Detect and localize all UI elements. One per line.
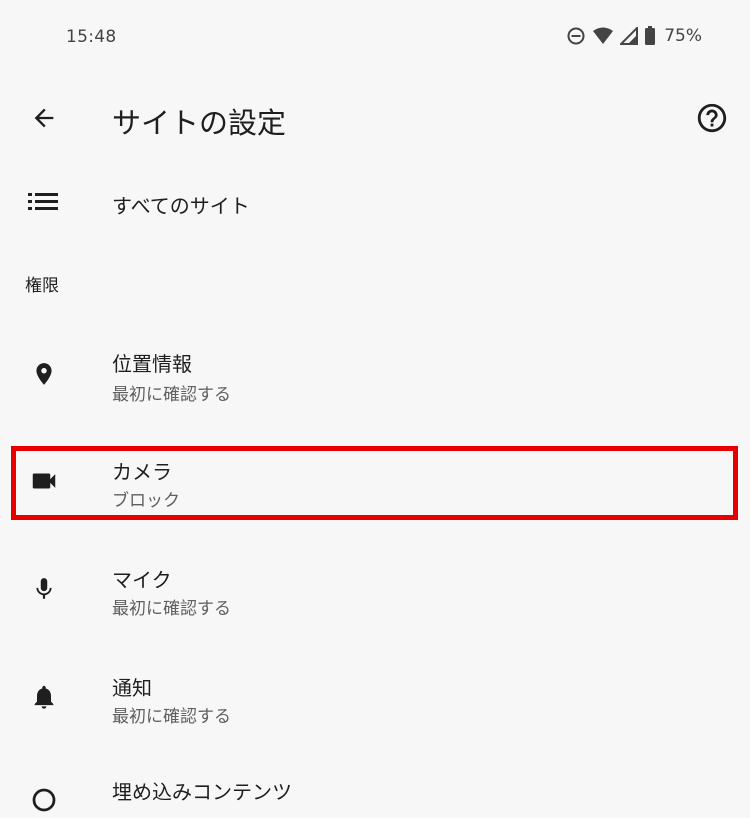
list-icon	[28, 191, 58, 217]
permission-title: 位置情報	[112, 352, 192, 376]
location-pin-icon	[26, 356, 62, 392]
videocam-icon	[26, 463, 62, 499]
permission-item-camera[interactable]: カメラ ブロック	[0, 448, 750, 552]
mic-icon	[26, 571, 62, 607]
signal-icon	[620, 27, 639, 45]
help-circle-icon	[695, 101, 729, 139]
permission-title: カメラ	[112, 460, 172, 484]
do-not-disturb-icon	[566, 26, 586, 46]
status-bar: 15:48 75%	[0, 0, 750, 76]
section-header-permissions: 権限	[25, 276, 59, 296]
embed-icon	[26, 782, 62, 818]
app-bar: サイトの設定	[0, 76, 750, 164]
all-sites-label: すべてのサイト	[112, 194, 250, 218]
permission-status: 最初に確認する	[112, 599, 231, 619]
permission-status: ブロック	[112, 491, 180, 511]
back-button[interactable]	[20, 96, 68, 144]
permission-item-embedded-content[interactable]: 埋め込みコンテンツ	[0, 772, 750, 812]
battery-percent: 75%	[664, 26, 702, 46]
permission-title: 埋め込みコンテンツ	[112, 780, 292, 804]
permission-item-location[interactable]: 位置情報 最初に確認する	[0, 340, 750, 444]
status-time: 15:48	[66, 27, 117, 47]
bell-icon	[26, 679, 62, 715]
permission-title: マイク	[112, 568, 172, 592]
permission-status: 最初に確認する	[112, 385, 231, 405]
permission-title: 通知	[112, 676, 152, 700]
arrow-back-icon	[30, 104, 58, 136]
page-title: サイトの設定	[112, 106, 287, 140]
help-button[interactable]	[688, 96, 736, 144]
permission-status: 最初に確認する	[112, 707, 231, 727]
wifi-icon	[592, 27, 614, 45]
battery-icon	[644, 26, 656, 46]
status-icons: 75%	[566, 26, 702, 46]
permission-item-notifications[interactable]: 通知 最初に確認する	[0, 664, 750, 768]
all-sites-item[interactable]: すべてのサイト	[0, 166, 750, 240]
permission-item-microphone[interactable]: マイク 最初に確認する	[0, 556, 750, 660]
